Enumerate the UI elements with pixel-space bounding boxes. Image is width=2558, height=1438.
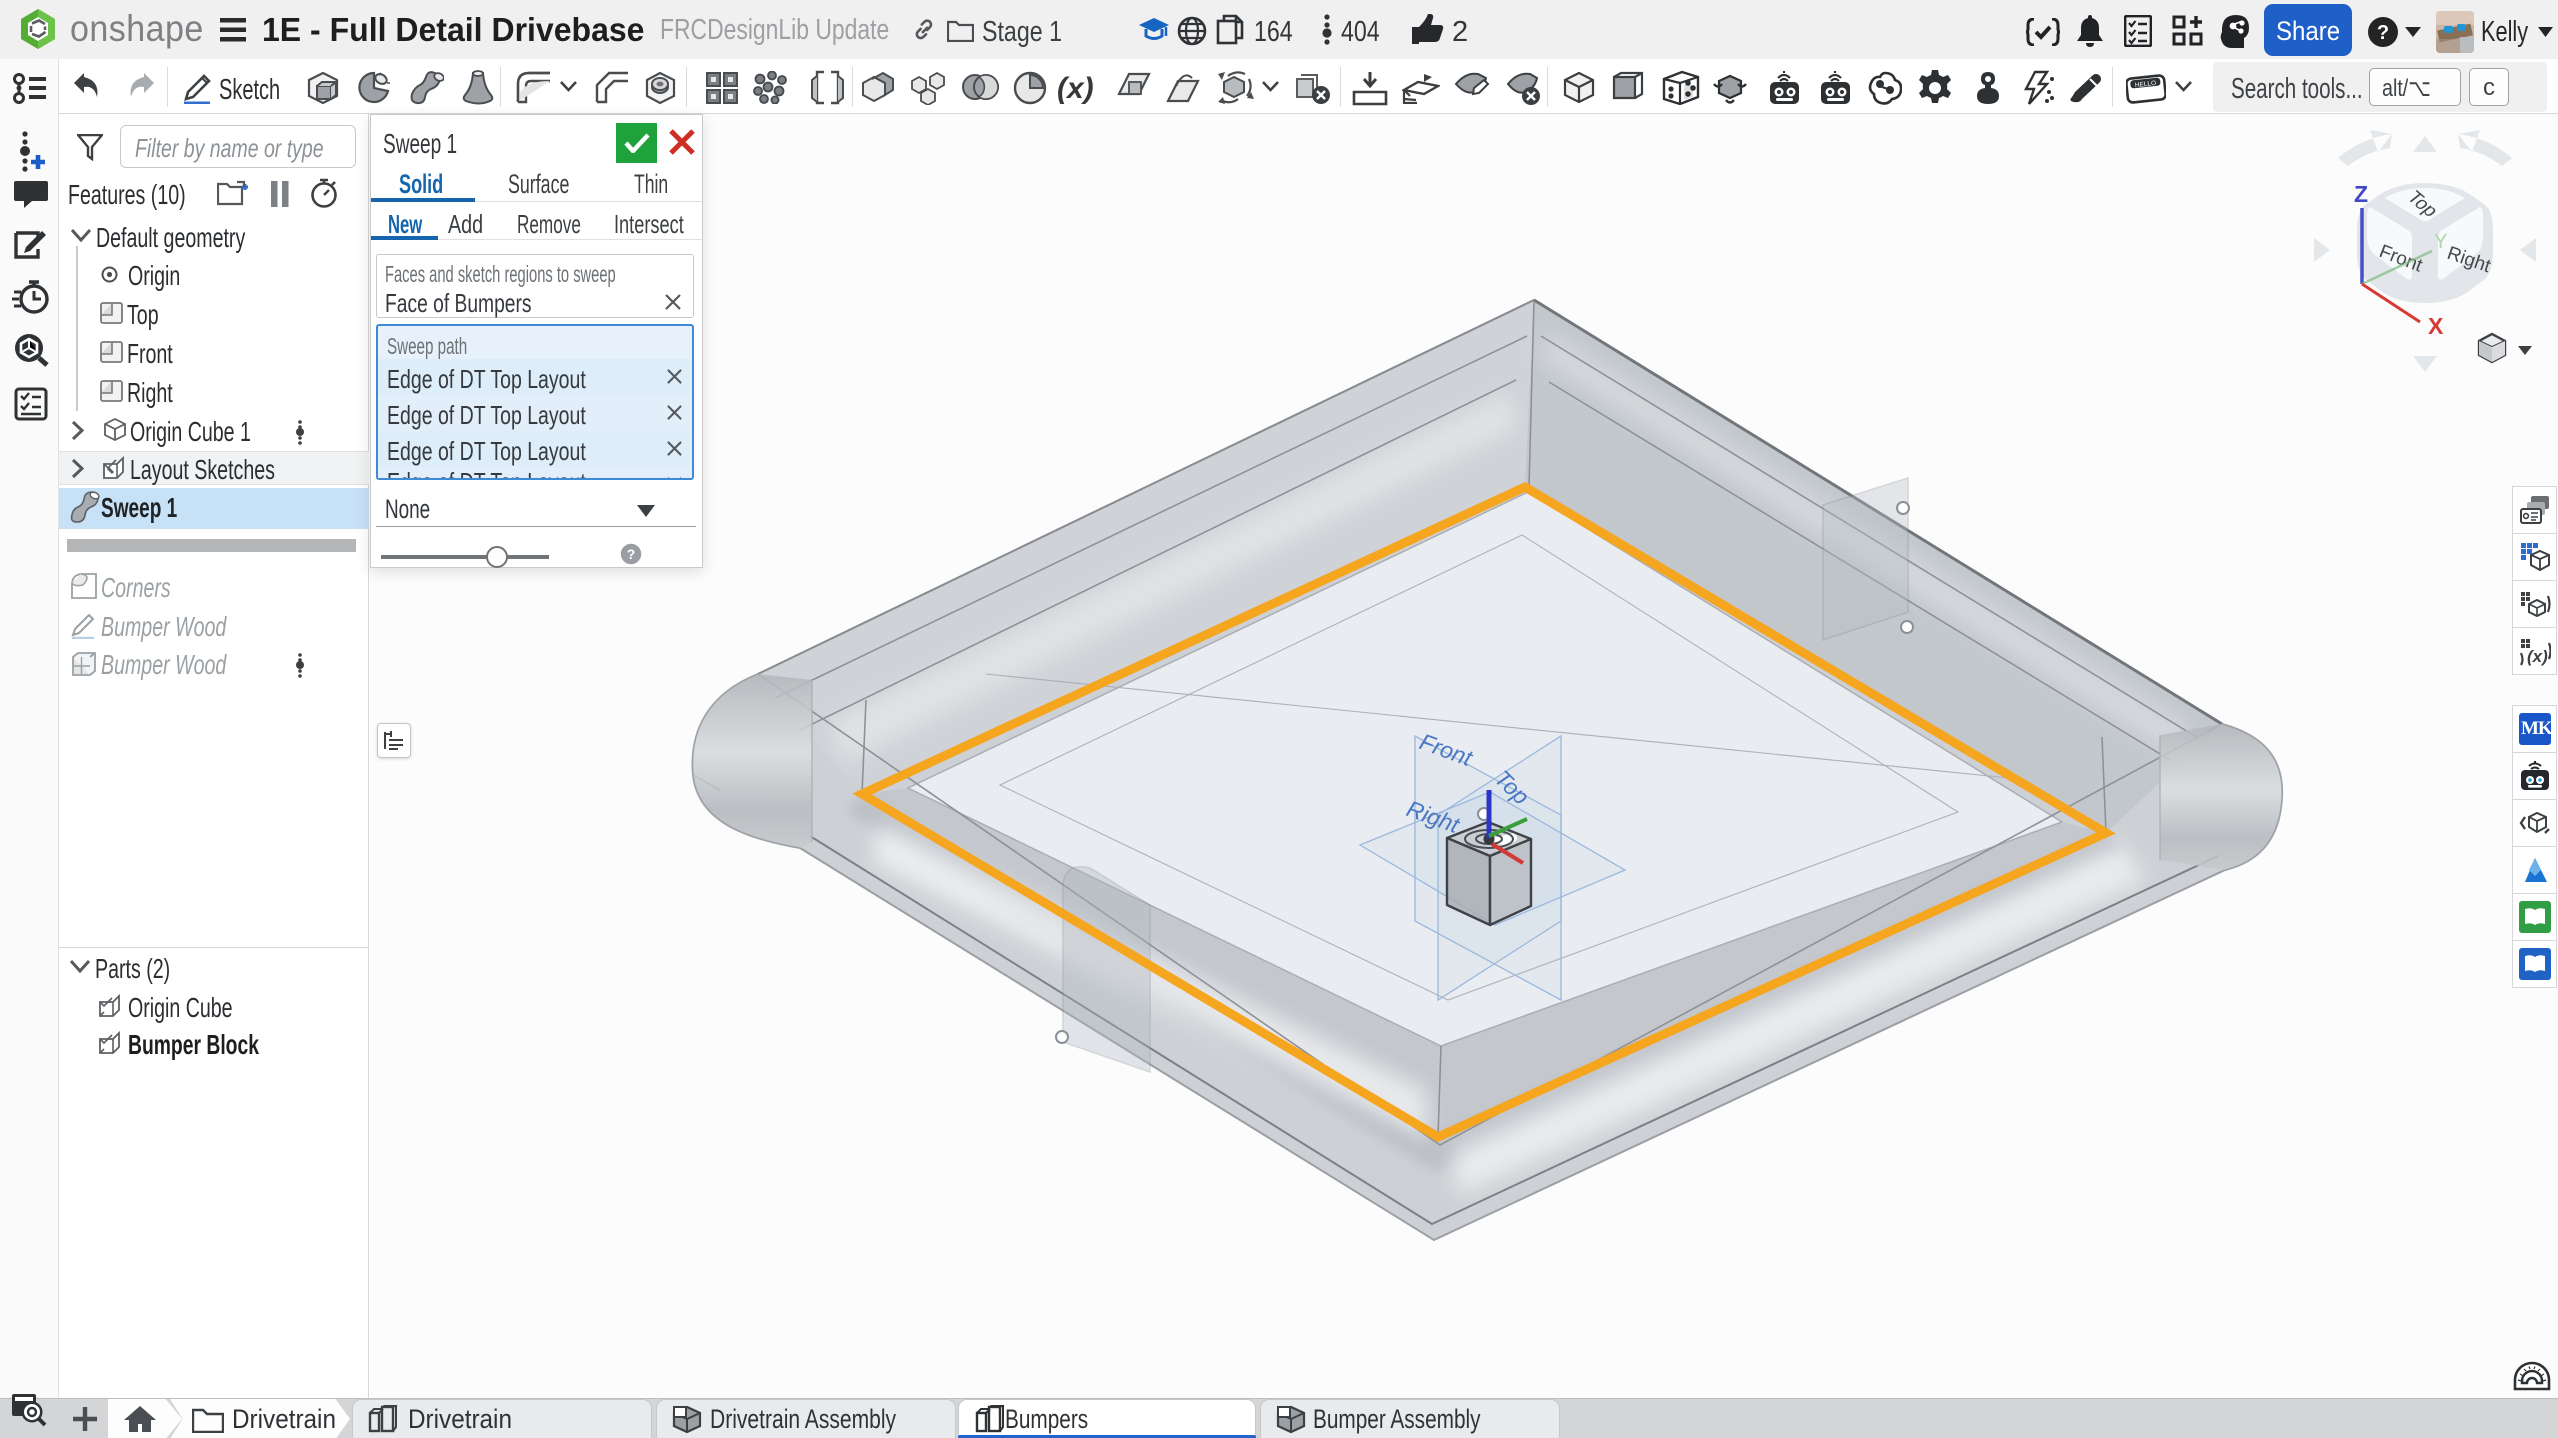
svg-text:?: ? (2377, 22, 2389, 44)
svg-text:X: X (2428, 313, 2444, 339)
svg-text:Y: Y (2434, 231, 2447, 253)
svg-text:?: ? (627, 546, 636, 562)
svg-text:Z: Z (2354, 181, 2368, 207)
svg-text:(x): (x) (2527, 647, 2548, 666)
